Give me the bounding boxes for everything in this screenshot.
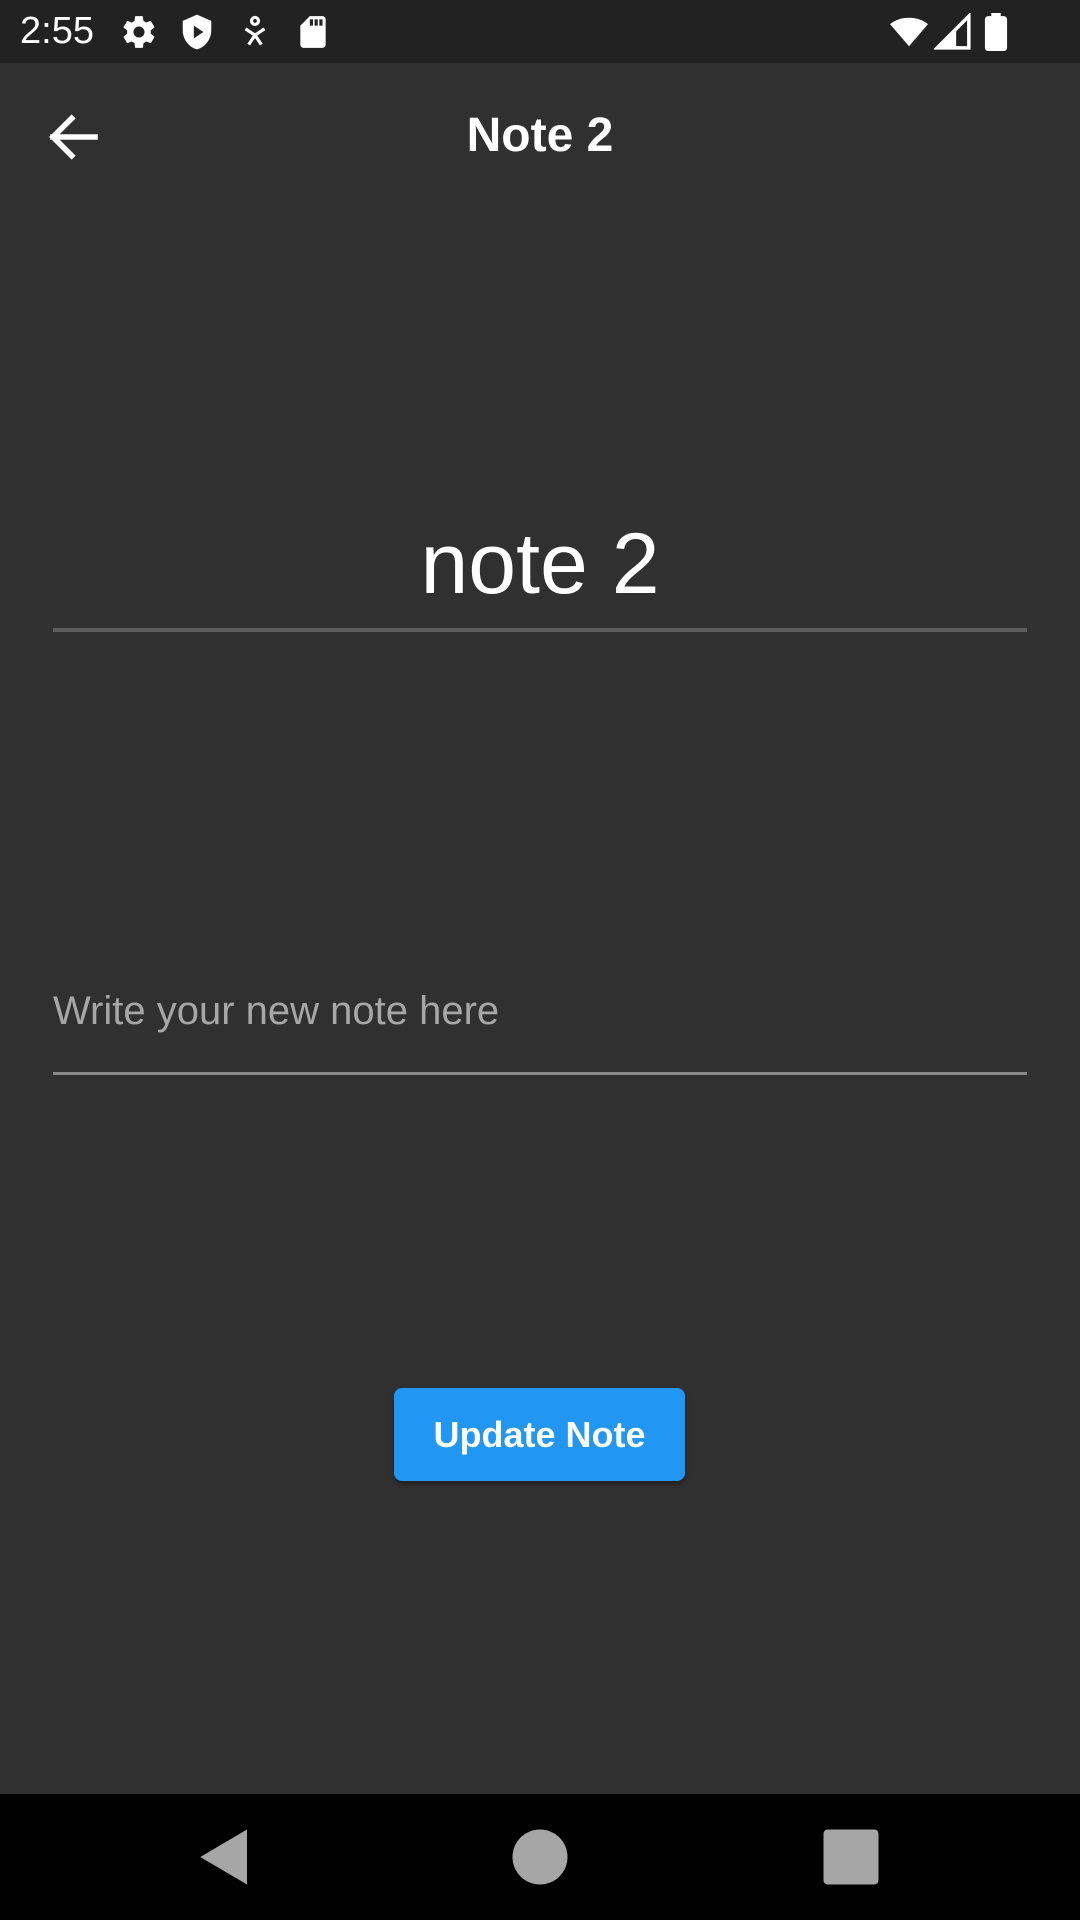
note-field <box>53 975 1027 1077</box>
page-title: Note 2 <box>466 109 614 162</box>
title-field <box>53 500 1027 635</box>
signal-icon <box>934 13 972 51</box>
title-input[interactable] <box>53 500 1027 628</box>
nav-recents-button[interactable] <box>818 1824 884 1890</box>
title-underline <box>53 628 1027 632</box>
app-bar: Note 2 <box>0 63 1080 210</box>
recents-square-icon[interactable] <box>818 1824 884 1890</box>
nav-home-button[interactable] <box>507 1824 573 1890</box>
nav-back-button[interactable] <box>192 1824 258 1890</box>
shield-play-icon <box>178 13 216 51</box>
note-input[interactable] <box>53 975 1027 1047</box>
sd-card-icon <box>294 13 332 51</box>
back-triangle-icon[interactable] <box>192 1824 258 1890</box>
settings-icon <box>120 13 158 51</box>
note-edit-screen: 2:55 Note 2 note 2 Write your new note h… <box>0 0 1080 1920</box>
status-time: 2:55 <box>20 10 94 52</box>
note-underline <box>53 1072 1027 1075</box>
accessibility-icon <box>236 13 274 51</box>
battery-icon <box>982 13 1010 51</box>
wifi-icon <box>888 13 930 51</box>
home-circle-icon[interactable] <box>507 1824 573 1890</box>
status-bar: 2:55 <box>0 0 1080 63</box>
navigation-bar <box>0 1794 1080 1920</box>
update-note-button[interactable]: Update Note <box>394 1388 685 1481</box>
